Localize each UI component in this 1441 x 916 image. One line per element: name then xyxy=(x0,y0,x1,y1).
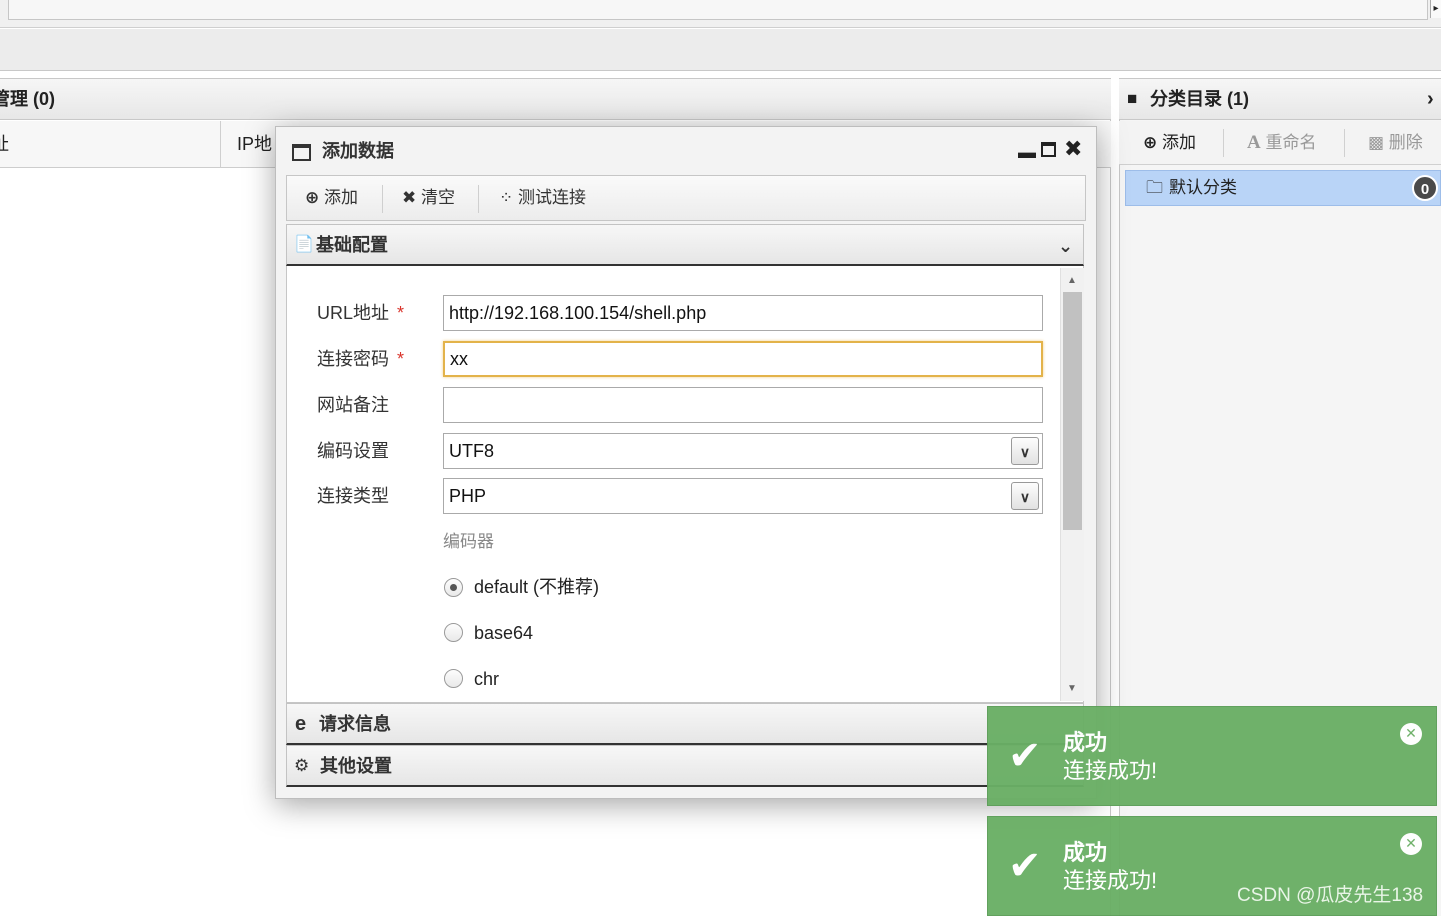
url-label-text: URL地址 xyxy=(317,303,390,323)
password-label: 连接密码 * xyxy=(317,346,404,372)
required-mark: * xyxy=(397,303,405,323)
plus-circle-icon: ⊕ xyxy=(305,188,320,207)
section-other-title: 其他设置 xyxy=(320,756,392,776)
add-button[interactable]: ⊕ 添加 xyxy=(305,176,358,220)
section-basic-title: 基础配置 xyxy=(316,235,388,255)
note-input[interactable] xyxy=(443,387,1043,423)
minimize-icon[interactable]: ▬ xyxy=(1018,140,1036,164)
section-request-title: 请求信息 xyxy=(319,714,391,734)
category-rename-label: 重命名 xyxy=(1265,133,1317,152)
scrollbar-thumb[interactable] xyxy=(1063,292,1082,530)
encoder-label-chr: chr xyxy=(474,669,500,689)
encoding-value: UTF8 xyxy=(449,441,494,461)
scroll-down-icon[interactable]: ▼ xyxy=(1060,683,1084,694)
category-item-default[interactable]: 🗀 默认分类 xyxy=(1125,170,1441,206)
window-icon xyxy=(292,144,311,161)
encoding-label: 编码设置 xyxy=(317,441,389,461)
column-header-ip[interactable]: IP地 xyxy=(237,121,272,168)
section-basic-config[interactable]: 📄 基础配置 ⌄ xyxy=(286,224,1084,266)
trash-icon: ▩ xyxy=(1368,133,1385,152)
toolbar-separator xyxy=(478,185,479,213)
note-label: 网站备注 xyxy=(317,395,389,415)
toolbar-separator xyxy=(1223,129,1224,157)
test-connection-label: 测试连接 xyxy=(517,188,586,207)
encoder-radio-chr[interactable] xyxy=(444,669,463,688)
toast-title: 成功 xyxy=(1063,840,1108,865)
encoder-label: 编码器 xyxy=(443,532,494,551)
password-label-text: 连接密码 xyxy=(317,349,389,369)
toolbar-separator xyxy=(1344,129,1345,157)
category-header: ■ 分类目录 (1) › xyxy=(1119,78,1441,120)
toast-message: 连接成功! xyxy=(1063,868,1158,893)
dialog-toolbar: ⊕ 添加 ✖ 清空 ⁘ 测试连接 xyxy=(286,175,1086,221)
type-value: PHP xyxy=(449,486,487,506)
toast-message: 连接成功! xyxy=(1063,758,1158,783)
type-label: 连接类型 xyxy=(317,486,389,506)
encoding-select[interactable]: UTF8 ∨ xyxy=(443,433,1043,469)
clear-button[interactable]: ✖ 清空 xyxy=(402,176,455,220)
category-rename-button[interactable]: A 重命名 xyxy=(1247,129,1316,157)
category-delete-button[interactable]: ▩ 删除 xyxy=(1368,129,1423,157)
toolbar-separator xyxy=(382,185,383,213)
x-icon: ✖ xyxy=(402,188,417,207)
top-right-arrow-icon[interactable]: ▸ xyxy=(1430,0,1441,18)
scroll-up-icon[interactable]: ▲ xyxy=(1060,275,1084,286)
password-input[interactable]: xx xyxy=(443,341,1043,377)
required-mark: * xyxy=(397,349,405,369)
data-manager-header: 管理 (0) xyxy=(0,78,1111,120)
tab-band xyxy=(0,29,1441,71)
add-button-label: 添加 xyxy=(323,188,358,207)
chevron-down-icon[interactable]: ∨ xyxy=(1011,482,1039,510)
encoder-radio-base64[interactable] xyxy=(444,623,463,642)
top-input-strip xyxy=(8,0,1428,20)
dialog-title: 添加数据 xyxy=(322,141,394,161)
encoder-radio-default[interactable] xyxy=(444,578,463,597)
chevron-right-icon[interactable]: › xyxy=(1427,79,1434,119)
encoder-label-default: default (不推荐) xyxy=(474,577,600,597)
category-item-label: 默认分类 xyxy=(1169,178,1237,197)
section-request-info[interactable]: e 请求信息 xyxy=(286,703,1084,745)
data-manager-title: 管理 (0) xyxy=(0,89,55,109)
encoder-label-base64: base64 xyxy=(474,623,534,643)
folder-icon: ■ xyxy=(1127,89,1138,108)
column-separator xyxy=(220,121,221,168)
close-icon[interactable]: ✖ xyxy=(1064,137,1082,161)
chevron-down-icon: ⌄ xyxy=(1058,236,1074,256)
close-icon[interactable]: ✕ xyxy=(1400,833,1422,855)
toast-title: 成功 xyxy=(1063,730,1108,755)
type-select[interactable]: PHP ∨ xyxy=(443,478,1043,514)
category-toolbar: ⊕ 添加 A 重命名 ▩ 删除 xyxy=(1119,121,1441,165)
gears-icon: ⚙ xyxy=(294,756,310,775)
document-icon: 📄 xyxy=(294,236,314,253)
test-connection-button[interactable]: ⁘ 测试连接 xyxy=(499,176,586,220)
column-header-url[interactable]: 址 xyxy=(0,121,9,168)
watermark: CSDN @瓜皮先生138 xyxy=(1237,885,1424,906)
plus-circle-icon: ⊕ xyxy=(1143,133,1158,152)
font-icon: A xyxy=(1247,132,1261,153)
check-icon: ✔ xyxy=(1008,844,1042,888)
folder-outline-icon: 🗀 xyxy=(1146,178,1163,197)
chevron-down-icon[interactable]: ∨ xyxy=(1011,437,1039,465)
check-icon: ✔ xyxy=(1008,734,1042,778)
category-delete-label: 删除 xyxy=(1388,133,1423,152)
maximize-icon[interactable] xyxy=(1041,142,1056,157)
category-add-label: 添加 xyxy=(1161,133,1196,152)
spinner-icon: ⁘ xyxy=(499,188,514,207)
toast-success[interactable]: ✔ 成功 连接成功! ✕ xyxy=(987,706,1437,806)
edge-icon: e xyxy=(295,713,307,735)
clear-button-label: 清空 xyxy=(420,188,455,207)
section-other-settings[interactable]: ⚙ 其他设置 xyxy=(286,745,1084,787)
url-label: URL地址 * xyxy=(317,300,404,326)
category-add-button[interactable]: ⊕ 添加 xyxy=(1143,129,1196,157)
category-title: 分类目录 (1) xyxy=(1150,89,1249,109)
category-count-badge: 0 xyxy=(1412,175,1438,201)
url-input[interactable]: http://192.168.100.154/shell.php xyxy=(443,295,1043,331)
close-icon[interactable]: ✕ xyxy=(1400,723,1422,745)
